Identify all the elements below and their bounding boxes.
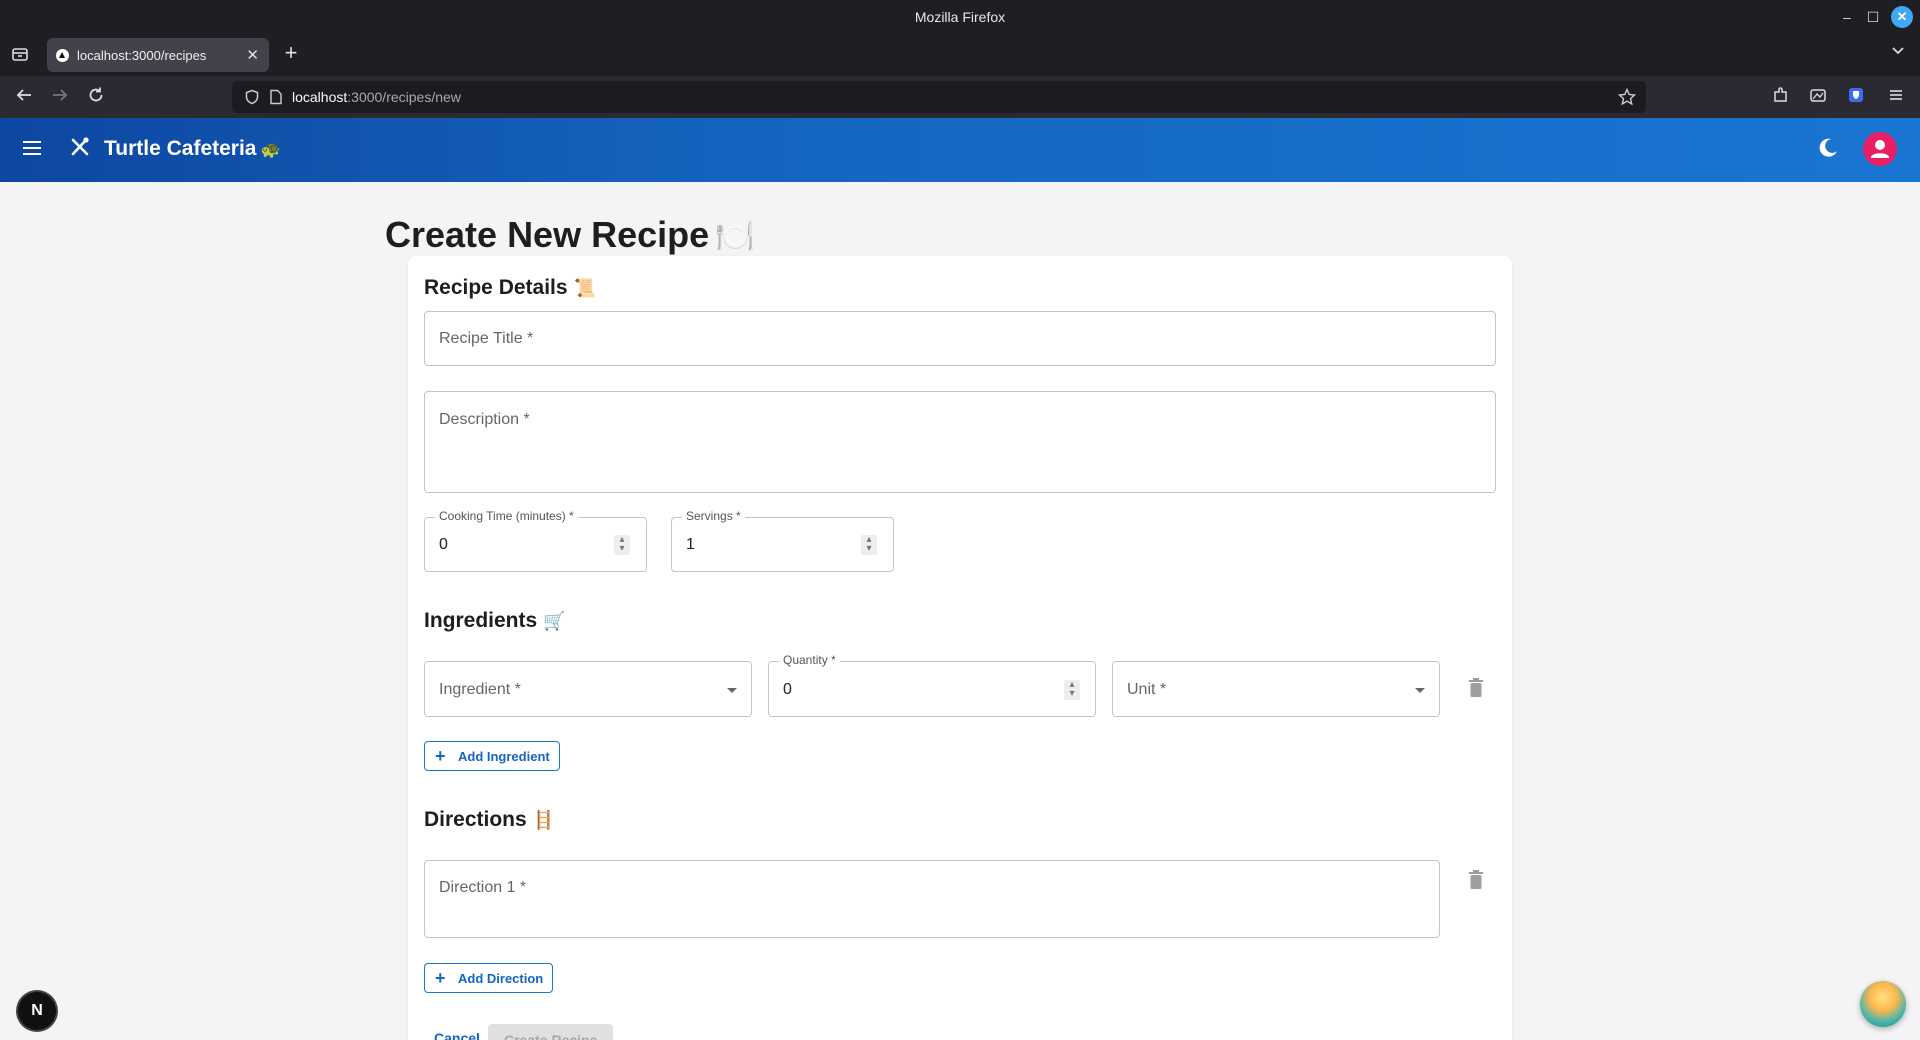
quantity-input[interactable]: Quantity * 0 ▴ ▾ [768, 653, 1096, 717]
unit-dropdown-icon [1415, 688, 1425, 693]
scroll-icon: 📜 [573, 278, 596, 298]
avatar[interactable] [1863, 132, 1897, 166]
cooking-time-stepper-icon[interactable]: ▴ ▾ [614, 535, 630, 555]
back-icon[interactable] [12, 86, 36, 109]
direction-1-input[interactable]: Direction 1 * [424, 860, 1440, 938]
add-ingredient-label: Add Ingredient [458, 749, 550, 764]
ingredient-dropdown-icon [727, 688, 737, 693]
servings-input[interactable]: Servings * 1 ▴ ▾ [671, 509, 894, 572]
url-text: localhost:3000/recipes/new [292, 89, 461, 105]
utensils-icon [67, 135, 93, 161]
add-direction-button[interactable]: + Add Direction [424, 963, 553, 993]
reload-icon[interactable] [84, 86, 108, 109]
page-title: Create New Recipe 🍽️ [385, 214, 755, 256]
create-recipe-label: Create Recipe [504, 1032, 598, 1040]
recipe-details-heading: Recipe Details 📜 [424, 276, 596, 300]
servings-label: Servings * [682, 509, 745, 523]
direction-1-placeholder: Direction 1 * [439, 879, 527, 896]
window-titlebar: Mozilla Firefox – ☐ ✕ [0, 0, 1920, 34]
assistant-fab-icon[interactable] [1860, 981, 1906, 1027]
tab-overview-icon[interactable] [10, 45, 30, 65]
navigation-toolbar: localhost:3000/recipes/new [0, 76, 1920, 118]
recipe-title-placeholder: Recipe Title * [439, 330, 534, 347]
url-host: localhost [292, 89, 348, 105]
quantity-stepper-icon[interactable]: ▴ ▾ [1064, 680, 1080, 700]
fork-knife-icon: 🍽️ [715, 218, 755, 254]
recipe-title-input[interactable]: Recipe Title * [424, 311, 1496, 366]
window-title: Mozilla Firefox [914, 9, 1006, 25]
minimize-button[interactable]: – [1836, 6, 1858, 28]
address-bar[interactable]: localhost:3000/recipes/new [232, 81, 1646, 113]
delete-ingredient-icon[interactable] [1468, 678, 1484, 698]
cooking-time-label: Cooking Time (minutes) * [435, 509, 578, 523]
tab-label: localhost:3000/recipes [77, 48, 207, 63]
ingredient-placeholder: Ingredient * [439, 681, 521, 698]
app-menu-icon[interactable] [1884, 86, 1908, 109]
dark-mode-toggle-icon[interactable] [1816, 136, 1840, 160]
brand-text: Turtle Cafeteria [104, 137, 257, 160]
url-path: :3000/recipes/new [347, 89, 461, 105]
tab-recipes[interactable]: localhost:3000/recipes ✕ [47, 38, 269, 72]
close-window-button[interactable]: ✕ [1891, 6, 1913, 28]
ingredients-title: Ingredients [424, 609, 538, 632]
page-icon[interactable] [269, 89, 283, 110]
quantity-value: 0 [783, 681, 792, 698]
container-icon[interactable] [1806, 86, 1830, 109]
app-header: Turtle Cafeteria 🐢 [0, 118, 1920, 182]
tab-bar: localhost:3000/recipes ✕ + [0, 34, 1920, 76]
cancel-button[interactable]: Cancel [434, 1030, 480, 1040]
app-brand[interactable]: Turtle Cafeteria 🐢 [104, 137, 280, 161]
servings-stepper-icon[interactable]: ▴ ▾ [861, 535, 877, 555]
description-input[interactable]: Description * [424, 391, 1496, 493]
unit-placeholder: Unit * [1127, 681, 1167, 698]
create-recipe-button[interactable]: Create Recipe [488, 1024, 613, 1040]
delete-direction-icon[interactable] [1468, 870, 1484, 890]
new-tab-button[interactable]: + [280, 40, 302, 66]
forward-icon[interactable] [48, 86, 72, 109]
recipe-details-title: Recipe Details [424, 276, 568, 299]
servings-value: 1 [686, 536, 695, 553]
description-placeholder: Description * [439, 411, 530, 428]
quantity-label: Quantity * [779, 653, 840, 667]
maximize-button[interactable]: ☐ [1862, 6, 1884, 28]
page-title-text: Create New Recipe [385, 214, 710, 255]
ingredients-heading: Ingredients 🛒 [424, 609, 566, 633]
directions-heading: Directions 🪜 [424, 808, 555, 832]
cooking-time-input[interactable]: Cooking Time (minutes) * 0 ▴ ▾ [424, 509, 647, 572]
tab-close-icon[interactable]: ✕ [246, 46, 259, 64]
ingredient-select[interactable]: Ingredient * [424, 661, 752, 717]
add-ingredient-button[interactable]: + Add Ingredient [424, 741, 560, 771]
favicon-icon [56, 49, 69, 62]
shield-icon[interactable] [244, 89, 260, 110]
turtle-icon: 🐢 [260, 142, 281, 159]
list-tabs-icon[interactable] [1888, 44, 1908, 63]
cooking-time-value: 0 [439, 536, 448, 553]
menu-icon[interactable] [20, 136, 44, 160]
unit-select[interactable]: Unit * [1112, 661, 1440, 717]
extensions-icon[interactable] [1769, 86, 1793, 109]
directions-title: Directions [424, 808, 527, 831]
password-manager-icon[interactable] [1844, 86, 1868, 109]
plus-icon: + [435, 746, 446, 766]
plus-icon: + [435, 968, 446, 988]
bookmark-star-icon[interactable] [1617, 87, 1637, 111]
cart-icon: 🛒 [543, 611, 566, 631]
dev-tools-badge[interactable]: N [18, 992, 56, 1030]
ladder-icon: 🪜 [532, 810, 556, 830]
add-direction-label: Add Direction [458, 971, 544, 986]
